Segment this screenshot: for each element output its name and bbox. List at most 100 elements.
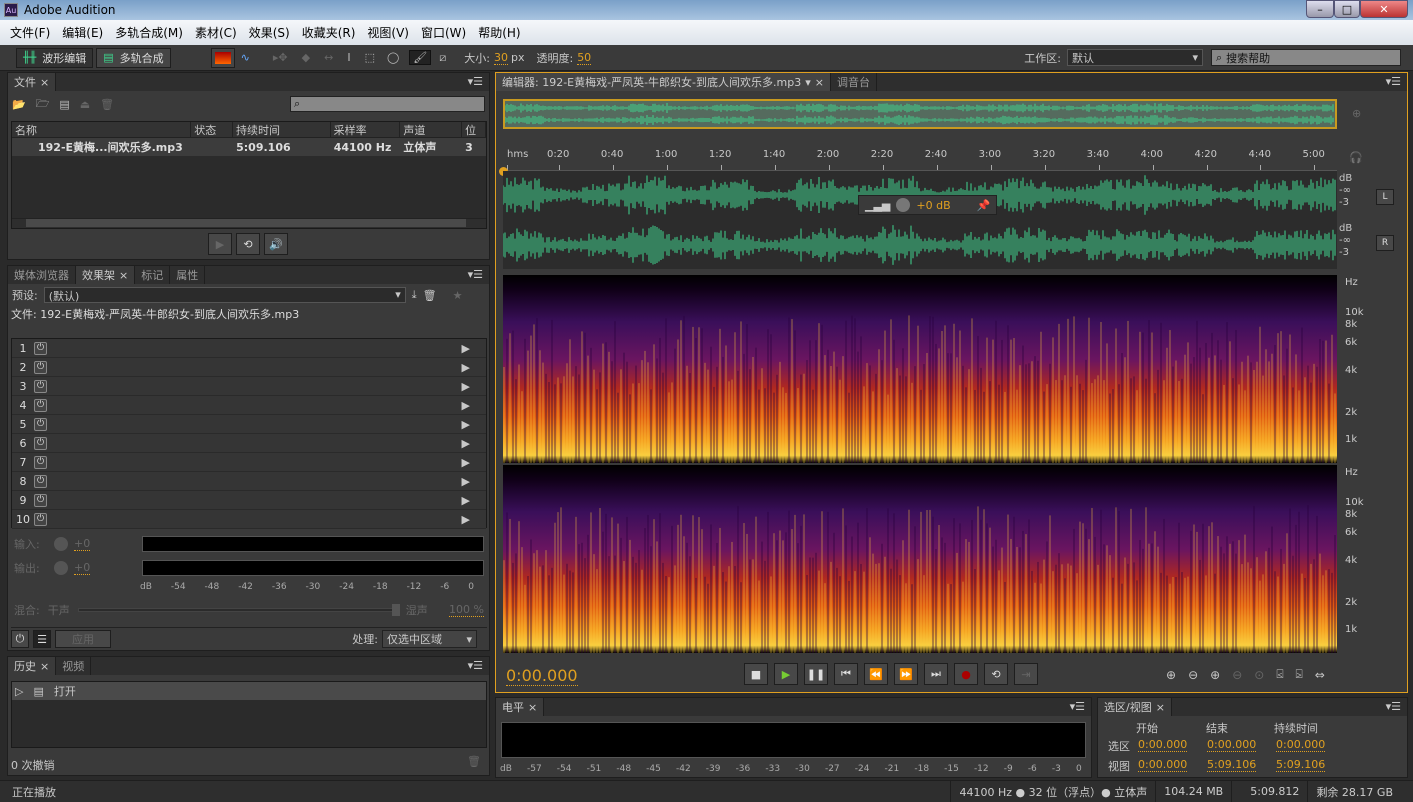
effect-slot[interactable]: 1 ⏻ ▶ <box>12 339 486 358</box>
input-gain-knob[interactable] <box>54 537 68 551</box>
close-icon[interactable]: × <box>528 701 537 714</box>
selection-end-value[interactable]: 5:09.106 <box>1207 758 1257 772</box>
preset-select[interactable]: (默认) ▾ <box>43 287 406 303</box>
output-gain-value[interactable]: +0 <box>74 561 91 575</box>
close-icon[interactable]: × <box>815 76 824 89</box>
chevron-right-icon[interactable]: ▶ <box>462 475 470 488</box>
tab-mixer[interactable]: 调音台 <box>830 73 877 91</box>
waveform-display[interactable]: ▁▃▅ +0 dB 📌 <box>502 171 1337 269</box>
zoom-selection-icon[interactable]: ⊙ <box>1254 668 1264 682</box>
channel-right-toggle[interactable]: R <box>1376 235 1394 251</box>
waveform-display-button[interactable]: ∿ <box>237 47 253 68</box>
tab-0[interactable]: 历史 × <box>8 657 57 675</box>
zoom-out-amplitude-icon[interactable]: ⊖ <box>1188 668 1198 682</box>
pause-button[interactable]: ❚❚ <box>804 663 828 685</box>
menu-item[interactable]: 效果(S) <box>243 24 296 41</box>
chevron-right-icon[interactable]: ▶ <box>462 342 470 355</box>
chevron-right-icon[interactable]: ▶ <box>462 494 470 507</box>
power-icon[interactable]: ⏻ <box>34 493 47 507</box>
menu-item[interactable]: 编辑(E) <box>56 24 109 41</box>
mix-slider-handle[interactable] <box>391 604 400 616</box>
multitrack-view-button[interactable]: ▤ 多轨合成 <box>96 47 171 68</box>
channel-left-toggle[interactable]: L <box>1376 189 1394 205</box>
opacity-value[interactable]: 50 <box>577 51 592 65</box>
column-header[interactable]: 状态 <box>191 121 234 138</box>
mix-value[interactable]: 100 % <box>449 603 484 617</box>
move-tool-icon[interactable]: ▸✥ <box>273 51 288 64</box>
selection-start-value[interactable]: 0:00.000 <box>1138 758 1188 772</box>
selection-duration-value[interactable]: 0:00.000 <box>1276 738 1326 752</box>
save-preset-icon[interactable]: ⤓ <box>412 288 417 302</box>
zoom-in-point-icon[interactable]: ⍃ <box>1276 667 1283 682</box>
power-icon[interactable]: ⏻ <box>34 398 47 412</box>
tab-1[interactable]: 效果架 × <box>76 266 136 284</box>
panel-menu-icon[interactable]: ▾☰ <box>1070 700 1085 713</box>
tab-files[interactable]: 文件 × <box>8 73 57 91</box>
column-header[interactable]: 声道 <box>400 121 463 138</box>
play-preview-button[interactable]: ▶ <box>208 233 232 255</box>
effect-slot[interactable]: 7 ⏻ ▶ <box>12 453 486 472</box>
power-icon[interactable]: ⏻ <box>34 417 47 431</box>
effect-slot[interactable]: 3 ⏻ ▶ <box>12 377 486 396</box>
go-to-start-button[interactable]: ⏮ <box>834 663 858 685</box>
panel-menu-icon[interactable]: ▾☰ <box>1386 700 1401 713</box>
close-button[interactable]: ✕ <box>1360 0 1408 18</box>
chevron-right-icon[interactable]: ▶ <box>462 361 470 374</box>
power-icon[interactable]: ⏻ <box>34 360 47 374</box>
column-header[interactable]: 名称 <box>12 121 192 138</box>
power-icon[interactable]: ⏻ <box>34 455 47 469</box>
zoom-full-icon[interactable]: ⇔ <box>1315 668 1325 682</box>
zoom-navigator-icon[interactable]: ⊕ <box>1352 107 1361 120</box>
workspace-select[interactable]: 默认 ▾ <box>1067 49 1203 66</box>
skip-selection-button[interactable]: ⇥ <box>1014 663 1038 685</box>
effect-slot[interactable]: 10 ⏻ ▶ <box>12 510 486 529</box>
effect-slot[interactable]: 2 ⏻ ▶ <box>12 358 486 377</box>
effect-slot[interactable]: 4 ⏻ ▶ <box>12 396 486 415</box>
power-button[interactable]: ⏻ <box>11 630 29 648</box>
marquee-tool-icon[interactable]: ⬚ <box>365 51 375 64</box>
chevron-right-icon[interactable]: ▶ <box>462 437 470 450</box>
column-header[interactable]: 采样率 <box>331 121 401 138</box>
loop-button[interactable]: ⟲ <box>984 663 1008 685</box>
maximize-button[interactable]: □ <box>1334 0 1360 18</box>
chevron-right-icon[interactable]: ▶ <box>462 380 470 393</box>
zoom-in-amplitude-icon[interactable]: ⊕ <box>1166 668 1176 682</box>
column-header[interactable]: 持续时间 <box>233 121 331 138</box>
effect-slot[interactable]: 6 ⏻ ▶ <box>12 434 486 453</box>
fast-forward-button[interactable]: ⏩ <box>894 663 918 685</box>
power-icon[interactable]: ⏻ <box>34 512 47 526</box>
input-gain-value[interactable]: +0 <box>74 537 91 551</box>
import-file-icon[interactable]: 🗁 <box>36 95 50 114</box>
effect-slot[interactable]: 5 ⏻ ▶ <box>12 415 486 434</box>
selection-duration-value[interactable]: 5:09.106 <box>1276 758 1326 772</box>
loop-preview-button[interactable]: ⟲ <box>236 233 260 255</box>
spectrogram-right[interactable] <box>503 465 1337 653</box>
menu-item[interactable]: 素材(C) <box>189 24 243 41</box>
chevron-right-icon[interactable]: ▶ <box>462 456 470 469</box>
overview-navigator[interactable] <box>503 99 1337 129</box>
tab-3[interactable]: 属性 <box>170 266 206 284</box>
menu-item[interactable]: 文件(F) <box>4 24 56 41</box>
horizontal-scrollbar[interactable] <box>12 218 486 228</box>
help-search-input[interactable]: ⌕ 搜索帮助 <box>1211 49 1401 66</box>
close-icon[interactable]: × <box>119 269 128 282</box>
go-to-end-button[interactable]: ⏭ <box>924 663 948 685</box>
menu-item[interactable]: 视图(V) <box>361 24 415 41</box>
panel-menu-icon[interactable]: ▾☰ <box>468 659 483 672</box>
menu-item[interactable]: 收藏夹(R) <box>296 24 362 41</box>
selection-start-value[interactable]: 0:00.000 <box>1138 738 1188 752</box>
time-ruler[interactable]: hms 0:20 0:40 1:00 1:20 1:40 2:00 2:20 2:40 3:00 3… <box>499 147 1337 176</box>
chevron-down-icon[interactable]: ▾ <box>805 76 811 89</box>
open-folder-icon[interactable]: 📂 <box>12 98 26 111</box>
process-select[interactable]: 仅选中区域 ▾ <box>382 630 477 648</box>
spectral-display-button[interactable] <box>210 47 235 68</box>
history-item[interactable]: ▷ ▤ 打开 <box>12 682 486 700</box>
spot-healing-tool-icon[interactable]: ⧄ <box>439 51 446 65</box>
trash-icon[interactable]: 🗑 <box>467 755 481 768</box>
zoom-out-point-icon[interactable]: ⍄ <box>1296 667 1303 682</box>
record-button[interactable]: ● <box>954 663 978 685</box>
play-button[interactable]: ▶ <box>774 663 798 685</box>
menu-item[interactable]: 多轨合成(M) <box>109 24 189 41</box>
list-view-button[interactable]: ☰ <box>33 630 51 648</box>
insert-icon[interactable]: ⏏ <box>80 98 90 111</box>
